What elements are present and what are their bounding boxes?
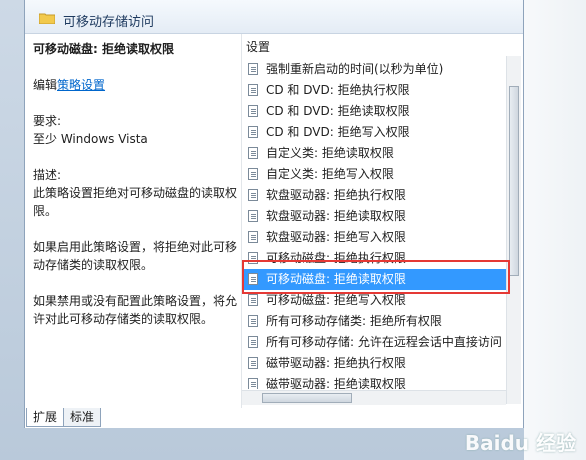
list-item-label: 磁带驱动器: 拒绝读取权限 xyxy=(266,377,406,389)
list-item[interactable]: 自定义类: 拒绝读取权限 xyxy=(242,143,507,164)
window: 可移动存储访问 可移动磁盘: 拒绝读取权限 编辑策略设置 要求: 至少 Wind… xyxy=(0,0,586,460)
panel-header: 可移动存储访问 xyxy=(25,0,523,34)
list-item-label: CD 和 DVD: 拒绝读取权限 xyxy=(266,104,410,118)
list-item-label: CD 和 DVD: 拒绝写入权限 xyxy=(266,125,410,139)
list-item-label: CD 和 DVD: 拒绝执行权限 xyxy=(266,83,410,97)
list-item-label: 所有可移动存储: 允许在远程会话中直接访问 xyxy=(266,335,502,349)
hscroll-thumb[interactable] xyxy=(262,393,352,403)
folder-icon xyxy=(39,13,55,24)
list-item[interactable]: CD 和 DVD: 拒绝写入权限 xyxy=(242,122,507,143)
list-vertical-scrollbar[interactable] xyxy=(506,56,521,404)
list-item[interactable]: 磁带驱动器: 拒绝读取权限 xyxy=(242,374,507,389)
list-item-label: 自定义类: 拒绝读取权限 xyxy=(266,146,394,160)
list-item[interactable]: 软盘驱动器: 拒绝执行权限 xyxy=(242,185,507,206)
list-item[interactable]: 所有可移动存储: 允许在远程会话中直接访问 xyxy=(242,332,507,353)
policy-doc-icon xyxy=(248,84,258,96)
policy-doc-icon xyxy=(248,63,258,75)
list-item[interactable]: 所有可移动存储类: 拒绝所有权限 xyxy=(242,311,507,332)
policy-doc-icon xyxy=(248,231,258,243)
list-item[interactable]: CD 和 DVD: 拒绝读取权限 xyxy=(242,101,507,122)
policy-title: 可移动磁盘: 拒绝读取权限 xyxy=(33,42,174,56)
policy-doc-icon xyxy=(248,294,258,306)
policy-doc-icon xyxy=(248,315,258,327)
right-background xyxy=(524,0,586,460)
tab-standard[interactable]: 标准 xyxy=(63,408,102,427)
policy-doc-icon xyxy=(248,168,258,180)
edit-line: 编辑策略设置 xyxy=(33,76,241,94)
list-item-label: 自定义类: 拒绝写入权限 xyxy=(266,167,394,181)
list-item[interactable]: 软盘驱动器: 拒绝写入权限 xyxy=(242,227,507,248)
list-item[interactable]: 磁带驱动器: 拒绝执行权限 xyxy=(242,353,507,374)
requirement-value: 至少 Windows Vista xyxy=(33,132,148,146)
policy-doc-icon xyxy=(248,126,258,138)
tab-extended[interactable]: 扩展 xyxy=(26,408,65,427)
policy-settings-link[interactable]: 策略设置 xyxy=(57,78,105,92)
view-tabs: 扩展 标准 xyxy=(26,408,102,428)
enabled-text: 如果启用此策略设置，将拒绝对此可移动存储类的读取权限。 xyxy=(33,240,238,272)
policy-doc-icon xyxy=(248,189,258,201)
description-label: 描述: xyxy=(33,168,62,182)
settings-column-header[interactable]: 设置 xyxy=(246,38,270,55)
policy-doc-icon xyxy=(248,336,258,348)
settings-list: 强制重新启动的时间(以秒为单位) CD 和 DVD: 拒绝执行权限 CD 和 DVD… xyxy=(242,59,507,389)
list-item[interactable]: 软盘驱动器: 拒绝读取权限 xyxy=(242,206,507,227)
policy-doc-icon xyxy=(248,105,258,117)
list-item-label: 所有可移动存储类: 拒绝所有权限 xyxy=(266,314,442,328)
list-item-label: 磁带驱动器: 拒绝执行权限 xyxy=(266,356,406,370)
policy-doc-icon xyxy=(248,357,258,369)
policy-doc-icon xyxy=(248,210,258,222)
description-pane: 可移动磁盘: 拒绝读取权限 编辑策略设置 要求: 至少 Windows Vist… xyxy=(33,40,241,328)
list-item-label: 软盘驱动器: 拒绝读取权限 xyxy=(266,209,406,223)
panel-title: 可移动存储访问 xyxy=(63,15,155,30)
list-item-label: 软盘驱动器: 拒绝执行权限 xyxy=(266,188,406,202)
policy-panel: 可移动存储访问 可移动磁盘: 拒绝读取权限 编辑策略设置 要求: 至少 Wind… xyxy=(24,0,524,428)
requirement-label: 要求: xyxy=(33,114,62,128)
scroll-thumb[interactable] xyxy=(509,86,519,276)
list-item[interactable]: 自定义类: 拒绝写入权限 xyxy=(242,164,507,185)
watermark: Baidu 经验 xyxy=(464,431,576,455)
policy-doc-icon xyxy=(248,378,258,389)
list-item[interactable]: CD 和 DVD: 拒绝执行权限 xyxy=(242,80,507,101)
selection-highlight-box xyxy=(242,260,510,294)
description-text: 此策略设置拒绝对可移动磁盘的读取权限。 xyxy=(33,186,238,218)
policy-doc-icon xyxy=(248,147,258,159)
edit-prefix: 编辑 xyxy=(33,78,58,92)
list-item-label: 可移动磁盘: 拒绝写入权限 xyxy=(266,293,406,307)
settings-list-area: 设置 强制重新启动的时间(以秒为单位) CD 和 DVD: 拒绝执行权限 CD 和 … xyxy=(241,34,522,408)
list-item[interactable]: 强制重新启动的时间(以秒为单位) xyxy=(242,59,507,80)
list-item-label: 强制重新启动的时间(以秒为单位) xyxy=(266,62,444,76)
list-horizontal-scrollbar[interactable] xyxy=(242,390,506,405)
list-item-label: 软盘驱动器: 拒绝写入权限 xyxy=(266,230,406,244)
disabled-text: 如果禁用或没有配置此策略设置，将允许对此可移动存储类的读取权限。 xyxy=(33,294,238,326)
